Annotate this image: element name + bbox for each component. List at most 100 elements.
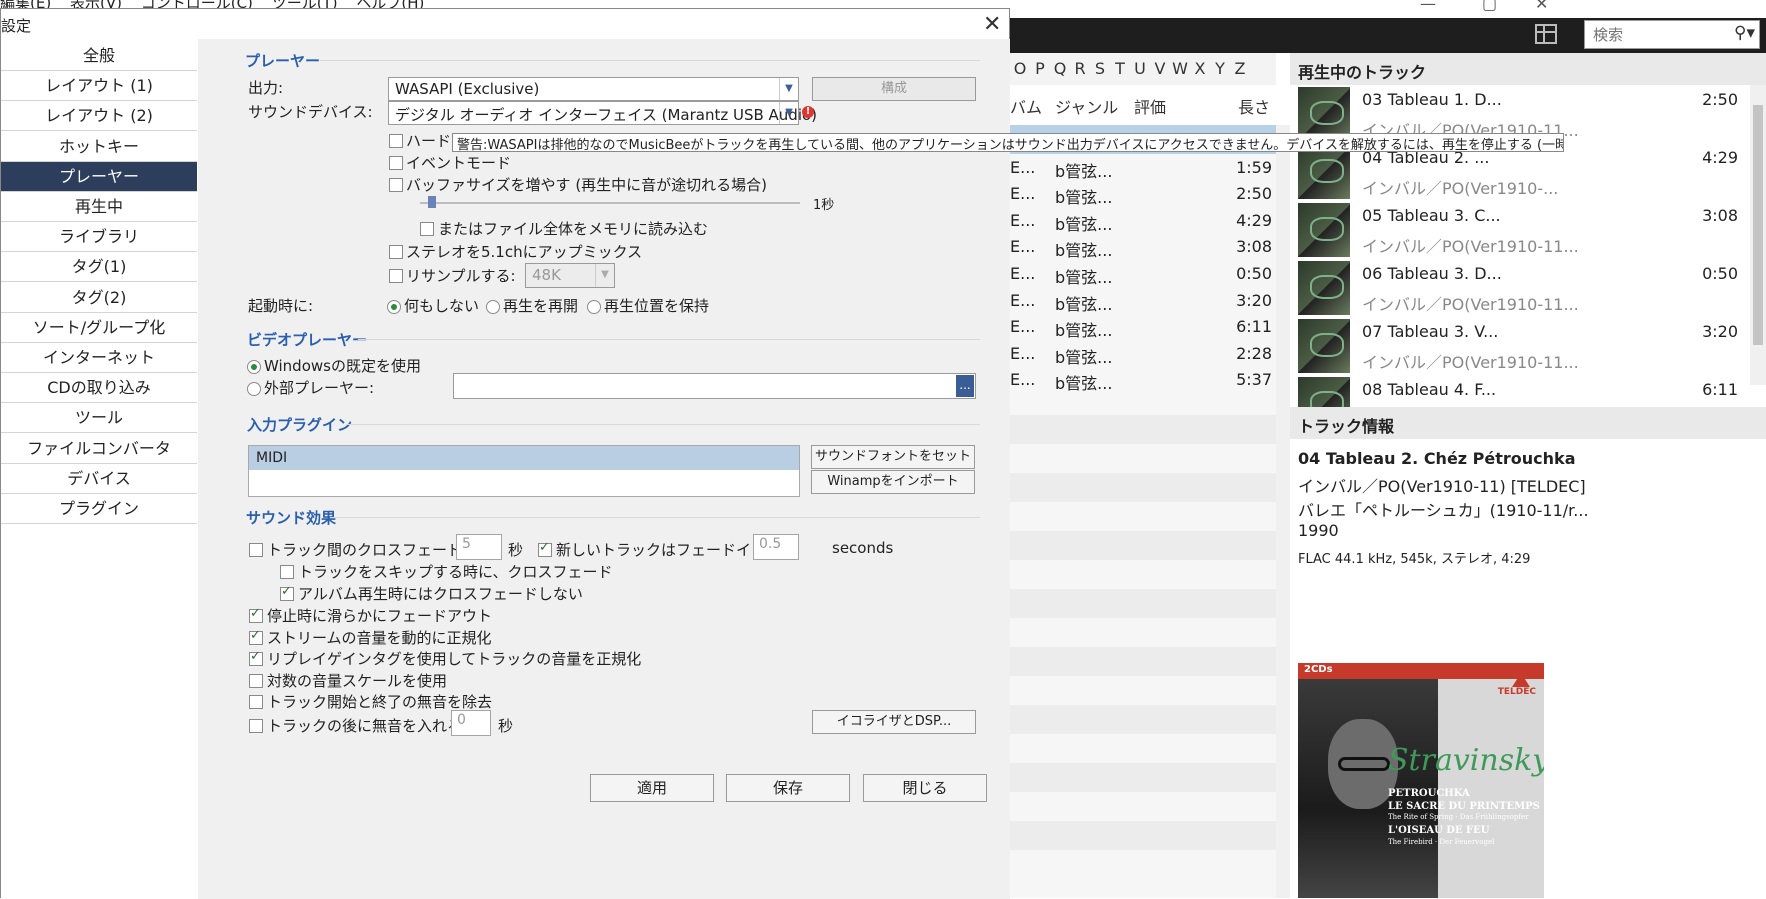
column-rating[interactable]: 評価	[1134, 94, 1166, 118]
hardware-checkbox[interactable]	[389, 134, 403, 148]
fadein-checkbox[interactable]	[538, 540, 552, 557]
minimize-icon[interactable]: —	[1420, 0, 1436, 13]
nav-item[interactable]: ファイルコンバータ	[1, 434, 197, 464]
alpha-q[interactable]: Q	[1050, 59, 1070, 78]
column-genre[interactable]: ジャンル	[1055, 94, 1118, 118]
now-playing-scrollbar[interactable]	[1750, 85, 1766, 385]
nav-item[interactable]: 全般	[1, 41, 197, 71]
nav-item[interactable]: タグ(2)	[1, 283, 197, 313]
browse-button[interactable]: ...	[956, 375, 974, 397]
fadein-seconds-input[interactable]: 0.5	[753, 534, 799, 560]
memory-checkbox[interactable]	[420, 222, 434, 236]
chevron-down-icon[interactable]: ▼	[595, 264, 614, 287]
input-plugin-list[interactable]: MIDI	[248, 445, 800, 497]
table-row[interactable]: E... b管弦... 0:50	[1010, 258, 1276, 287]
table-row[interactable]: E... b管弦... 2:28	[1010, 338, 1276, 367]
alpha-p[interactable]: P	[1030, 59, 1050, 78]
plugin-row-midi[interactable]: MIDI	[249, 446, 799, 470]
nav-item[interactable]: プレーヤー	[1, 161, 197, 192]
startup-resume-radio[interactable]	[486, 300, 500, 314]
nav-item[interactable]: デバイス	[1, 464, 197, 494]
search-input[interactable]	[1591, 24, 1725, 46]
output-select[interactable]: WASAPI (Exclusive) ▼	[388, 77, 799, 101]
warning-icon[interactable]: !	[802, 106, 814, 118]
nav-item[interactable]: プラグイン	[1, 494, 197, 524]
equalizer-dsp-button[interactable]: イコライザとDSP...	[812, 710, 976, 734]
alpha-v[interactable]: V	[1150, 59, 1170, 78]
buffer-checkbox[interactable]	[389, 178, 403, 192]
nav-item[interactable]: ライブラリ	[1, 222, 197, 253]
table-row[interactable]: E... b管弦... 5:37	[1010, 364, 1276, 393]
nav-item[interactable]: ソート/グループ化	[1, 313, 197, 343]
alpha-s[interactable]: S	[1090, 59, 1110, 78]
crossfade-checkbox[interactable]	[249, 543, 263, 557]
search-icon[interactable]: ⚲▾	[1734, 23, 1755, 43]
chevron-down-icon[interactable]: ▼	[779, 78, 798, 100]
table-row[interactable]: E... b管弦... 2:50	[1010, 178, 1276, 207]
list-item[interactable]: 04 Tableau 2. ... 4:29 インバル／PO(Ver1910-...	[1290, 143, 1750, 205]
remove-silence-checkbox[interactable]	[249, 695, 263, 709]
set-soundfont-button[interactable]: サウンドフォントをセット	[811, 445, 975, 469]
save-button[interactable]: 保存	[726, 774, 850, 802]
startup-keep-position-radio[interactable]	[587, 300, 601, 314]
insert-silence-seconds-input[interactable]: 0	[451, 710, 491, 736]
alpha-x[interactable]: X	[1190, 59, 1210, 78]
video-default-radio[interactable]	[247, 360, 261, 374]
resample-checkbox[interactable]	[389, 269, 403, 283]
buffer-slider-thumb[interactable]	[427, 196, 436, 208]
nav-item[interactable]: 再生中	[1, 192, 197, 222]
alpha-w[interactable]: W	[1170, 59, 1190, 78]
layout-grid-icon[interactable]	[1535, 24, 1557, 44]
table-row[interactable]: E... b管弦... 3:08	[1010, 231, 1276, 260]
nav-item[interactable]: CDの取り込み	[1, 373, 197, 404]
configure-button[interactable]: 構成	[812, 77, 976, 101]
list-item[interactable]: 05 Tableau 3. C... 3:08 インバル／PO(Ver1910-11…	[1290, 201, 1750, 263]
close-button[interactable]: 閉じる	[863, 774, 987, 802]
normalize-stream-checkbox[interactable]	[249, 628, 263, 645]
external-player-path-input[interactable]: ...	[453, 373, 976, 399]
table-row[interactable]: E... b管弦... 1:59	[1010, 152, 1276, 181]
nav-item[interactable]: レイアウト (2)	[1, 101, 197, 132]
replaygain-checkbox[interactable]	[249, 649, 263, 666]
fadeout-stop-checkbox[interactable]	[249, 606, 263, 623]
alpha-o[interactable]: O	[1010, 59, 1030, 78]
alpha-t[interactable]: T	[1110, 59, 1130, 78]
nav-item[interactable]: タグ(1)	[1, 252, 197, 283]
table-row[interactable]: E... b管弦... 4:29	[1010, 205, 1276, 234]
skip-crossfade-checkbox[interactable]	[280, 565, 294, 579]
nav-item[interactable]: ホットキー	[1, 132, 197, 162]
column-length[interactable]: 長さ	[1238, 94, 1270, 118]
nav-item[interactable]: インターネット	[1, 343, 197, 373]
nav-item[interactable]: ツール	[1, 403, 197, 434]
video-external-radio[interactable]	[247, 382, 261, 396]
chevron-down-icon[interactable]: ▼	[779, 102, 798, 124]
event-mode-checkbox[interactable]	[389, 156, 403, 170]
insert-silence-checkbox[interactable]	[249, 719, 263, 733]
search-box[interactable]: ⚲▾	[1584, 20, 1760, 49]
nav-item[interactable]: レイアウト (1)	[1, 71, 197, 102]
alpha-u[interactable]: U	[1130, 59, 1150, 78]
app-close-icon[interactable]: ✕	[1535, 0, 1548, 13]
alpha-z[interactable]: Z	[1230, 59, 1250, 78]
table-row[interactable]: E... b管弦... 3:20	[1010, 285, 1276, 314]
buffer-slider[interactable]	[420, 202, 800, 204]
crossfade-seconds-input[interactable]: 5	[456, 534, 502, 560]
close-icon[interactable]: ✕	[983, 12, 1001, 37]
list-item[interactable]: 06 Tableau 3. D... 0:50 インバル／PO(Ver1910-11…	[1290, 259, 1750, 321]
maximize-icon[interactable]: ▢	[1482, 0, 1497, 13]
log-scale-checkbox[interactable]	[249, 674, 263, 688]
device-select[interactable]: デジタル オーディオ インターフェイス (Marantz USB Audio) …	[388, 101, 817, 125]
import-winamp-button[interactable]: Winampをインポート	[811, 470, 975, 494]
column-album[interactable]: バム	[1010, 94, 1042, 118]
resample-select[interactable]: 48K ▼	[525, 263, 615, 288]
upmix-checkbox[interactable]	[389, 245, 403, 259]
track-list-scrollbar[interactable]	[1276, 125, 1290, 898]
apply-button[interactable]: 適用	[590, 774, 714, 802]
album-no-crossfade-checkbox[interactable]	[280, 584, 294, 601]
scrollbar-thumb[interactable]	[1753, 105, 1763, 345]
alpha-r[interactable]: R	[1070, 59, 1090, 78]
alpha-y[interactable]: Y	[1210, 59, 1230, 78]
table-row[interactable]: E... b管弦... 6:11	[1010, 311, 1276, 340]
list-item[interactable]: 07 Tableau 3. V... 3:20 インバル／PO(Ver1910-11…	[1290, 317, 1750, 379]
startup-nothing-radio[interactable]	[387, 300, 401, 314]
